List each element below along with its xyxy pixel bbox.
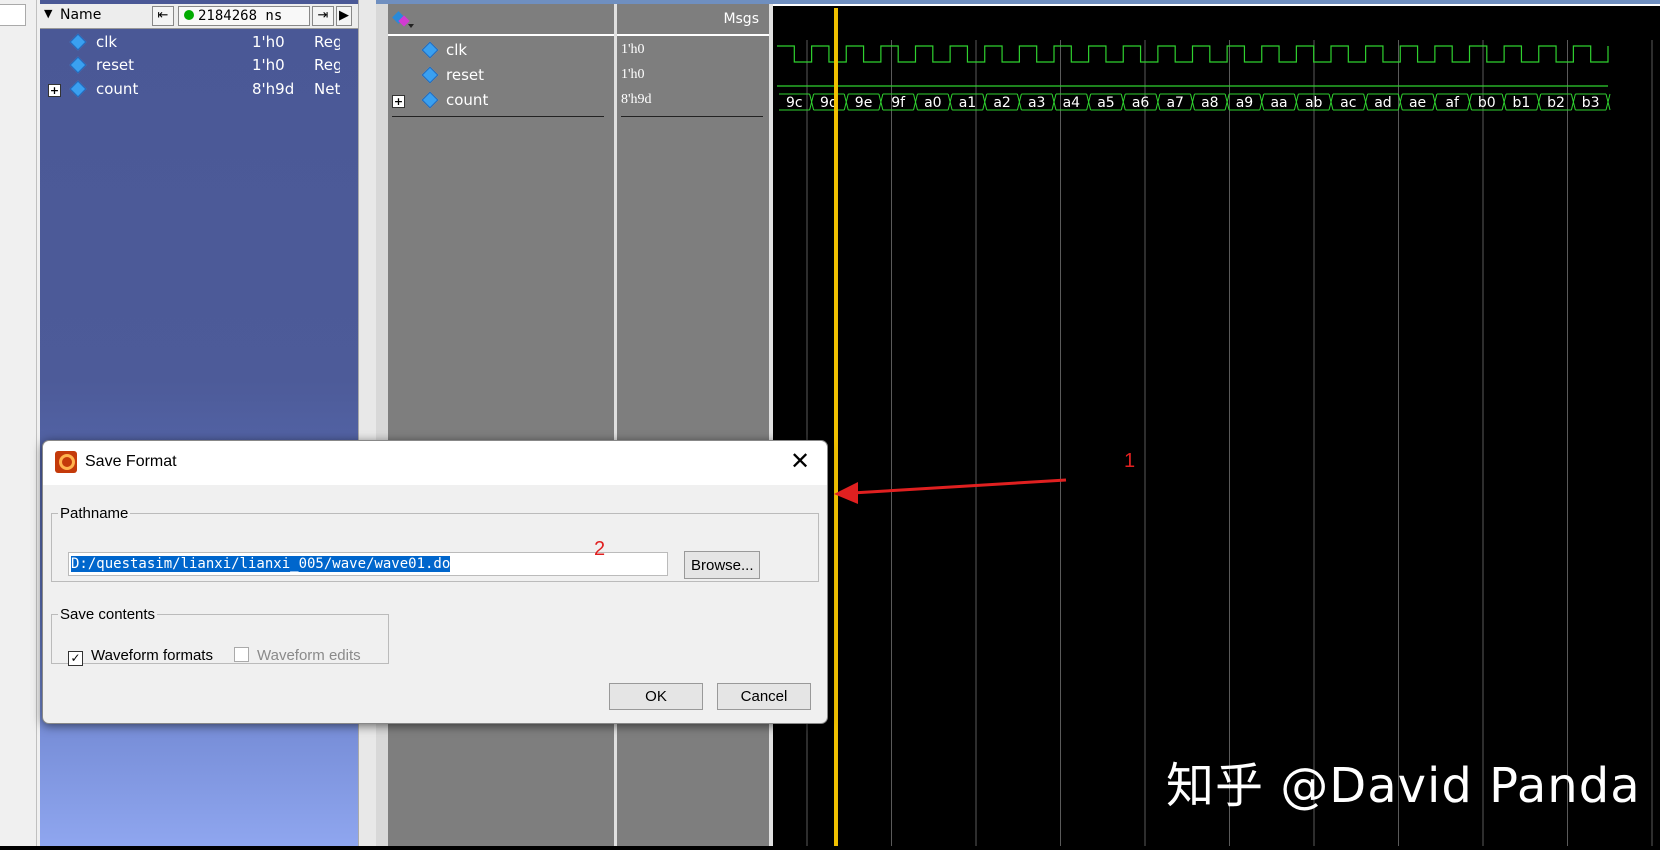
object-row-count[interactable]: + count 8'h9d Net — [40, 79, 358, 101]
count-bus-label: 9c — [786, 95, 803, 111]
waveform-formats-label: Waveform formats — [91, 647, 213, 664]
object-kind: Reg — [314, 56, 340, 74]
object-name: count — [96, 80, 139, 98]
annotation-marker-2: 2 — [594, 538, 606, 560]
count-bus-label: b0 — [1478, 95, 1496, 111]
signal-diamond-icon — [421, 91, 439, 109]
divider — [36, 0, 37, 846]
signal-diamond-icon — [69, 80, 87, 98]
expand-icon[interactable]: + — [392, 95, 405, 108]
count-bus-label: ad — [1374, 95, 1391, 111]
object-row-clk[interactable]: clk 1'h0 Reg — [40, 32, 358, 54]
count-bus-label: a6 — [1132, 95, 1150, 111]
step-back-icon[interactable]: ⇤ — [152, 6, 174, 26]
count-bus-label: a8 — [1201, 95, 1219, 111]
wave-value-reset: 1'h0 — [621, 67, 645, 82]
wave-value-clk: 1'h0 — [621, 42, 645, 57]
waveform-edits-label: Waveform edits — [257, 647, 361, 664]
sort-triangle-icon[interactable]: ▼ — [44, 7, 52, 20]
pathname-input[interactable]: D:/questasim/lianxi/lianxi_005/wave/wave… — [68, 552, 668, 576]
count-bus-label: a2 — [993, 95, 1011, 111]
save-contents-legend: Save contents — [60, 606, 156, 623]
count-bus-label: a7 — [1166, 95, 1184, 111]
expand-icon[interactable]: + — [48, 84, 61, 97]
left-edge-strip — [0, 0, 40, 846]
count-bus-label: a5 — [1097, 95, 1115, 111]
count-bus-label: ae — [1409, 95, 1426, 111]
object-row-reset[interactable]: reset 1'h0 Reg — [40, 55, 358, 77]
object-value: 1'h0 — [252, 56, 285, 74]
dialog-titlebar: Save Format ✕ — [43, 441, 827, 485]
cancel-button[interactable]: Cancel — [717, 683, 811, 710]
checkbox-empty-icon — [234, 647, 249, 662]
annotation-arrow-icon — [834, 478, 1067, 504]
questa-app-icon — [55, 451, 77, 473]
step-forward-icon[interactable]: ⇥ — [312, 6, 334, 26]
count-bus-label: a9 — [1236, 95, 1254, 111]
signal-diamond-icon — [69, 33, 87, 51]
count-bus-label: b3 — [1582, 95, 1600, 111]
wave-signal-name: count — [446, 91, 489, 109]
status-dot-icon — [184, 10, 194, 20]
pathname-legend: Pathname — [60, 505, 129, 522]
count-bus-label: a4 — [1063, 95, 1081, 111]
check-mark-icon: ✓ — [68, 651, 83, 666]
annotation-marker-1: 1 — [1124, 450, 1136, 472]
save-contents-group: Save contents ✓ Waveform formats Waveform… — [51, 606, 389, 666]
insert-marker-line — [392, 116, 604, 117]
waveform-formats-checkbox[interactable]: ✓ Waveform formats — [68, 647, 213, 666]
wave-signal-count[interactable]: + count — [388, 88, 614, 112]
wave-values-header: Msgs — [617, 4, 769, 36]
waveform-plot[interactable]: 9c 9d 9e 9f a0 a1 a2 a3 a4 a5 a6 a7 a8 a9 aa ab ac ad ae af… — [773, 4, 1660, 846]
time-display: 2184268 ns — [178, 6, 310, 26]
signal-diamond-icon — [421, 66, 439, 84]
count-bus-label: ac — [1340, 95, 1356, 111]
watermark: 知乎 @David Panda — [1166, 758, 1641, 814]
waveform-canvas: 9c 9d 9e 9f a0 a1 a2 a3 a4 a5 a6 a7 a8 a9 aa ab ac ad ae af… — [777, 8, 1653, 846]
count-bus-label: b1 — [1513, 95, 1531, 111]
count-bus-label: a3 — [1028, 95, 1046, 111]
count-bus-label: af — [1445, 95, 1460, 111]
wave-value-count: 8'h9d — [621, 92, 652, 107]
count-bus-label: b2 — [1547, 95, 1565, 111]
browse-button[interactable]: Browse... — [684, 551, 760, 579]
count-bus-label: ab — [1305, 95, 1323, 111]
close-icon[interactable]: ✕ — [783, 445, 817, 479]
wave-signal-reset[interactable]: reset — [388, 63, 614, 87]
time-value: 2184268 ns — [198, 8, 283, 24]
count-bus-label: 9f — [891, 95, 906, 111]
save-format-dialog: Save Format ✕ Pathname D:/questasim/lian… — [42, 440, 828, 724]
ok-button[interactable]: OK — [609, 683, 703, 710]
object-kind: Reg — [314, 33, 340, 51]
msgs-header: Msgs — [723, 11, 759, 27]
pathname-value: D:/questasim/lianxi/lianxi_005/wave/wave… — [71, 556, 451, 572]
dialog-title: Save Format — [85, 453, 177, 470]
count-bus-label: aa — [1270, 95, 1287, 111]
play-icon[interactable]: ▶ — [336, 6, 352, 26]
name-column-header[interactable]: Name — [60, 7, 101, 23]
object-kind: Net — [314, 80, 340, 98]
wave-signal-clk[interactable]: clk — [388, 38, 614, 62]
wave-signal-name: clk — [446, 41, 468, 59]
count-bus-label: 9e — [855, 95, 873, 111]
object-name: reset — [96, 56, 134, 74]
object-name: clk — [96, 33, 118, 51]
signal-diamond-icon — [421, 41, 439, 59]
object-value: 1'h0 — [252, 33, 285, 51]
time-cursor — [834, 8, 838, 846]
count-bus-label: a0 — [924, 95, 942, 111]
objects-header: ▼ Name ⇤ 2184268 ns ⇥ ▶ — [40, 4, 358, 29]
wave-names-header — [388, 4, 614, 36]
count-bus-label: a1 — [959, 95, 977, 111]
insert-marker-line — [621, 116, 763, 117]
signal-diamond-icon — [69, 56, 87, 74]
wave-tool-icon[interactable] — [392, 10, 414, 30]
wave-signal-name: reset — [446, 66, 484, 84]
waveform-edits-checkbox[interactable]: Waveform edits — [234, 647, 361, 664]
object-value: 8'h9d — [252, 80, 295, 98]
pathname-group: Pathname D:/questasim/lianxi/lianxi_005/… — [51, 505, 819, 582]
edge-box — [0, 4, 26, 26]
